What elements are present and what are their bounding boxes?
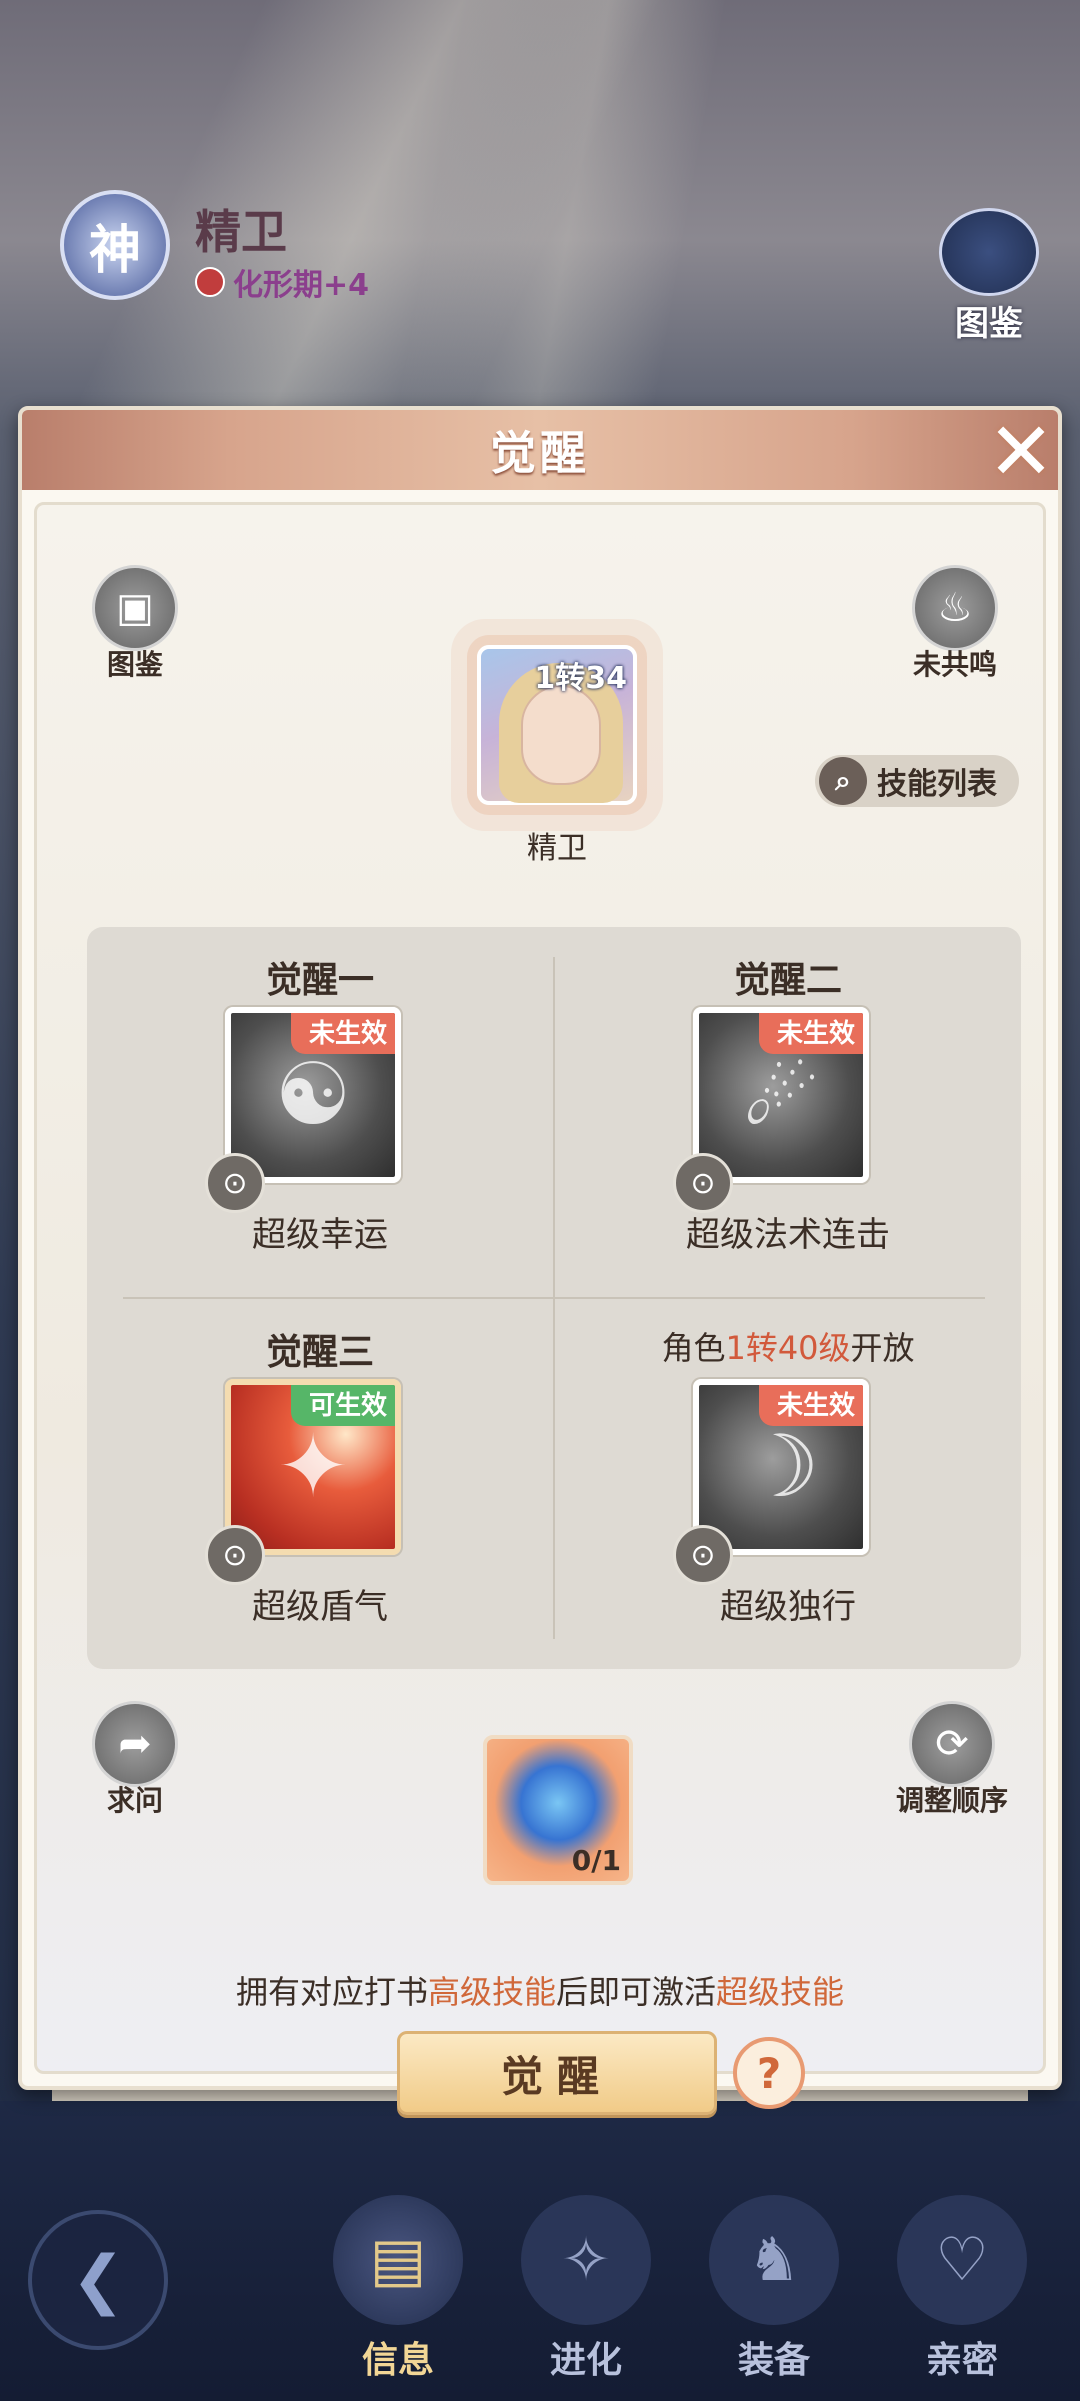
book-icon: ▣ — [92, 565, 178, 651]
slot-unlock-condition: 角色1转40级开放 — [555, 1323, 1021, 1369]
slot-title: 觉醒三 — [265, 1332, 374, 1373]
awakening-material-slot[interactable]: 0/1 — [483, 1735, 633, 1885]
nav-tab-intimacy-label: 亲密 — [925, 2340, 998, 2381]
nav-tab-evolve[interactable]: ✧ 进化 — [506, 2195, 666, 2385]
hint-prefix: 拥有对应打书 — [235, 1973, 428, 2011]
dialog-body: ▣ 图鉴 ♨ 未共鸣 1转34 精卫 ⌕ 技能列表 觉醒一 ☯ 未生效 ⊙ 超级… — [34, 502, 1046, 2115]
status-badge: 未生效 — [290, 1013, 395, 1054]
skill-list-button[interactable]: ⌕ 技能列表 — [815, 755, 1019, 807]
awakening-slot-2[interactable]: 觉醒二 ☄ 未生效 ⊙ 超级法术连击 — [555, 927, 1021, 1297]
help-icon[interactable]: ? — [733, 2037, 805, 2109]
character-level: 1转34 — [534, 661, 627, 696]
background-atlas-button[interactable]: 图鉴 — [934, 208, 1044, 345]
status-badge: 可生效 — [290, 1385, 395, 1426]
atlas-button[interactable]: ▣ 图鉴 — [75, 565, 195, 683]
character-name: 精卫 — [527, 831, 587, 866]
atlas-button-label: 图鉴 — [106, 648, 163, 681]
info-icon: ▤ — [333, 2195, 463, 2325]
status-badge: 未生效 — [758, 1385, 863, 1426]
back-button[interactable]: ❮ — [28, 2210, 168, 2350]
paw-book-icon — [939, 208, 1039, 296]
skill-name: 超级幸运 — [252, 1215, 388, 1255]
background-stage-text: 化形期+4 — [195, 260, 369, 304]
reorder-button[interactable]: ⟳ 调整顺序 — [877, 1701, 1027, 1819]
condition-highlight: 1转40级 — [725, 1329, 851, 1367]
portrait-face — [521, 685, 601, 785]
hint-middle: 后即可激活 — [556, 1973, 717, 2011]
yin-yang-fish-icon[interactable]: ☯ 未生效 — [225, 1007, 401, 1183]
unlock-icon: ⊙ — [205, 1153, 265, 1213]
lone-demon-icon[interactable]: ☽ 未生效 — [693, 1379, 869, 1555]
background-character-name: 精卫 — [195, 205, 287, 259]
comet-icon[interactable]: ☄ 未生效 — [693, 1007, 869, 1183]
unlock-icon: ⊙ — [673, 1153, 733, 1213]
close-button[interactable]: ✕ — [978, 405, 1064, 498]
background-atlas-label: 图鉴 — [955, 304, 1023, 344]
dialog-title: 觉醒 — [490, 426, 590, 480]
awaken-button[interactable]: 觉醒 — [397, 2031, 717, 2115]
nav-tab-info[interactable]: ▤ 信息 — [318, 2195, 478, 2385]
equipment-icon: ♞ — [709, 2195, 839, 2325]
skill-list-label: 技能列表 — [877, 767, 997, 802]
evolve-icon: ✧ — [521, 2195, 651, 2325]
shield-strike-icon[interactable]: ✦ 可生效 — [225, 1379, 401, 1555]
refresh-icon: ⟳ — [909, 1701, 995, 1787]
ask-button[interactable]: ➦ 求问 — [75, 1701, 195, 1819]
nav-tab-equipment[interactable]: ♞ 装备 — [694, 2195, 854, 2385]
item-count: 0/1 — [571, 1844, 621, 1877]
awakening-skills-grid: 觉醒一 ☯ 未生效 ⊙ 超级幸运 觉醒二 ☄ 未生效 ⊙ 超级法术连击 觉醒三 — [87, 927, 1021, 1669]
hint-highlight-1: 高级技能 — [427, 1973, 556, 2011]
character-portrait[interactable]: 1转34 — [477, 645, 637, 805]
slot-title: 觉醒二 — [733, 960, 842, 1001]
resonance-button[interactable]: ♨ 未共鸣 — [895, 565, 1015, 683]
skill-name: 超级法术连击 — [686, 1215, 890, 1255]
skill-name: 超级独行 — [720, 1587, 856, 1627]
stage-label: 化形期+4 — [233, 268, 370, 303]
slot-title: 觉醒一 — [265, 960, 374, 1001]
reorder-button-label: 调整顺序 — [895, 1784, 1008, 1817]
flame-icon: ♨ — [912, 565, 998, 651]
awakening-slot-3[interactable]: 觉醒三 ✦ 可生效 ⊙ 超级盾气 — [87, 1299, 553, 1669]
stage-icon — [195, 267, 225, 297]
awakening-dialog: 觉醒 ✕ ▣ 图鉴 ♨ 未共鸣 1转34 精卫 ⌕ 技能列表 觉醒一 ☯ 未生效… — [18, 405, 1064, 2115]
awakening-slot-1[interactable]: 觉醒一 ☯ 未生效 ⊙ 超级幸运 — [87, 927, 553, 1297]
skill-name: 超级盾气 — [252, 1587, 388, 1627]
resonance-button-label: 未共鸣 — [912, 648, 997, 681]
nav-tab-equipment-label: 装备 — [737, 2340, 810, 2381]
unlock-icon: ⊙ — [673, 1525, 733, 1585]
divine-emblem-icon: 神 — [60, 190, 170, 300]
share-arrow-icon: ➦ — [92, 1701, 178, 1787]
heart-icon: ♡ — [897, 2195, 1027, 2325]
condition-suffix: 开放 — [850, 1329, 915, 1367]
nav-tab-info-label: 信息 — [361, 2340, 434, 2381]
status-badge: 未生效 — [758, 1013, 863, 1054]
hint-highlight-2: 超级技能 — [716, 1973, 845, 2011]
condition-prefix: 角色 — [661, 1329, 726, 1367]
nav-tab-intimacy[interactable]: ♡ 亲密 — [882, 2195, 1042, 2385]
background-character-header: 神 精卫 化形期+4 — [60, 190, 560, 310]
dialog-header: 觉醒 — [22, 410, 1058, 490]
ask-button-label: 求问 — [106, 1784, 163, 1817]
awakening-slot-4[interactable]: 角色1转40级开放 ☽ 未生效 ⊙ 超级独行 — [555, 1299, 1021, 1669]
nav-tab-evolve-label: 进化 — [549, 2340, 622, 2381]
search-icon: ⌕ — [819, 757, 867, 805]
unlock-icon: ⊙ — [205, 1525, 265, 1585]
activation-hint: 拥有对应打书高级技能后即可激活超级技能 — [37, 1967, 1043, 2013]
